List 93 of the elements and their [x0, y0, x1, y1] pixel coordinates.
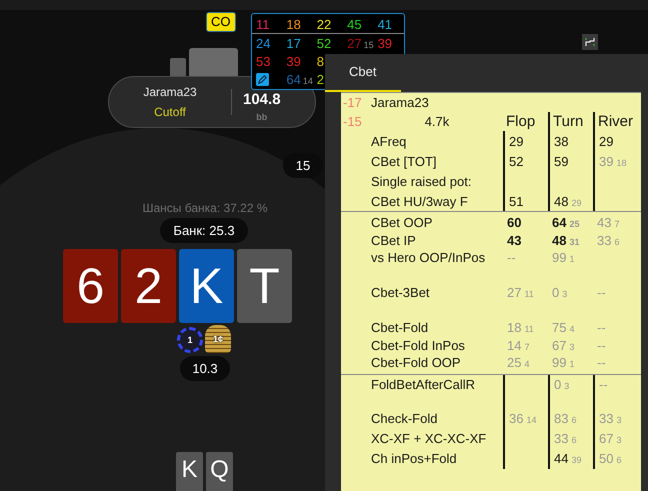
board-card: K — [179, 249, 234, 323]
stat-value: -- — [597, 320, 606, 336]
pot-odds-text: Шансы банка: 37.22 % — [141, 201, 269, 215]
player-name: Jarama23 — [371, 94, 430, 112]
player-position: Cutoff — [154, 105, 186, 119]
stat-value: 14 7 — [507, 338, 530, 353]
stat-value: 52 — [509, 154, 524, 168]
stat-value: 83 6 — [554, 411, 576, 426]
stat-value: 59 — [554, 154, 568, 168]
stat-value: 43 7 — [597, 215, 620, 230]
stat-value: 44 39 — [554, 451, 582, 466]
hud-stat: 64 14 — [286, 72, 313, 86]
stat-value: 0 3 — [552, 285, 568, 300]
stat-label: Cbet-3Bet — [371, 284, 431, 302]
stat-value: 60 — [507, 215, 522, 230]
hud-stat: 11 — [256, 16, 270, 32]
hole-card: K — [176, 452, 203, 491]
stat-value: 48 29 — [554, 194, 582, 208]
bet-amount: 15 — [283, 153, 323, 178]
stat-label: Cbet-Fold InPos — [371, 336, 466, 354]
stat-value: 67 3 — [552, 338, 574, 353]
stat-value: 75 4 — [552, 320, 574, 336]
hud-stat: 8 — [316, 54, 324, 68]
stat-value: 33 6 — [554, 431, 576, 446]
stat-value: 99 1 — [552, 250, 574, 266]
stat-label: CBet OOP — [371, 214, 434, 232]
stat-value: 39 18 — [599, 154, 626, 168]
stat-value: -- — [597, 338, 606, 353]
stack-unit: bb — [256, 112, 268, 122]
stat-value: -- — [599, 377, 608, 392]
stat-label: Ch inPos+Fold — [371, 450, 458, 468]
hud-stat: 27 15 — [347, 36, 374, 50]
stat-value: 38 — [554, 134, 568, 148]
pot-amount: 10.3 — [180, 356, 230, 381]
hud-stat: 24 — [256, 36, 270, 50]
player-name: Jarama23 — [143, 85, 197, 99]
hud-stat: 18 — [286, 16, 301, 32]
stat-label: Cbet-Fold — [371, 319, 430, 336]
hud-stat: 2 — [316, 72, 324, 86]
hud-stat: 39 — [286, 54, 301, 68]
stat-value: 51 — [509, 194, 524, 208]
stat-value: -- — [597, 285, 606, 300]
stat-label: Cbet-Fold OOP — [371, 354, 462, 372]
stat-label: Check-Fold — [371, 410, 438, 428]
stat-label: FoldBetAfterCallR — [371, 376, 476, 394]
stat-label: CBet HU/3way F — [371, 192, 469, 211]
stat-value: -- — [597, 355, 606, 370]
column-header: Flop — [505, 112, 536, 131]
layout-icon[interactable] — [582, 34, 598, 50]
board-card: 2 — [121, 249, 176, 323]
stat-value: 33 3 — [599, 411, 622, 426]
chip-stack: 1¢ — [205, 325, 231, 353]
stat-value: 36 14 — [509, 411, 536, 426]
position-badge: CO — [206, 12, 236, 32]
column-header: River — [593, 112, 641, 131]
stat-label: Single raised pot: — [371, 172, 472, 191]
hud-stat: 52 — [316, 36, 332, 50]
stat-value: 43 — [507, 232, 522, 248]
column-header: Turn — [548, 112, 593, 131]
player-score: -17 — [342, 94, 363, 112]
pencil-icon[interactable] — [256, 72, 269, 86]
hands-count: 4.7k — [424, 113, 450, 131]
stat-label: XC-XF + XC-XC-XF — [371, 430, 488, 448]
stat-label: CBet [TOT] — [371, 152, 438, 171]
stat-value: 18 11 — [507, 320, 534, 336]
stat-value: 64 25 — [552, 215, 580, 230]
stat-label: AFreq — [371, 132, 408, 151]
stat-value: 67 3 — [599, 431, 622, 446]
hud-stat: 39 — [378, 36, 392, 50]
player-score: -15 — [342, 113, 363, 131]
stat-value: 99 1 — [552, 355, 574, 370]
card-backs-drawing — [170, 48, 238, 78]
hud-stat: 17 — [286, 36, 301, 50]
stat-value: 50 6 — [599, 451, 622, 466]
stat-value: 29 — [509, 134, 524, 148]
hole-card: Q — [206, 452, 233, 491]
stat-value: 29 — [599, 134, 614, 148]
stat-label: vs Hero OOP/InPos — [371, 249, 486, 266]
board-card: T — [237, 249, 292, 323]
hud-stat: 41 — [378, 16, 392, 32]
stat-value: 27 11 — [507, 285, 534, 300]
stat-label: CBet IP — [371, 232, 417, 249]
stat-value: 0 3 — [554, 377, 570, 392]
stat-value: -- — [507, 250, 516, 266]
stat-value: 25 4 — [507, 355, 530, 370]
stat-value: 48 31 — [552, 232, 580, 248]
hud-stat: 53 — [256, 54, 270, 68]
board-card: 6 — [63, 249, 118, 323]
hud-stat: 45 — [347, 16, 362, 32]
hud-stat: 22 — [316, 16, 332, 32]
stack-amount: 104.8 — [243, 90, 281, 108]
stat-value: 33 6 — [597, 232, 620, 248]
pot-total: Банк: 25.3 — [160, 218, 248, 243]
